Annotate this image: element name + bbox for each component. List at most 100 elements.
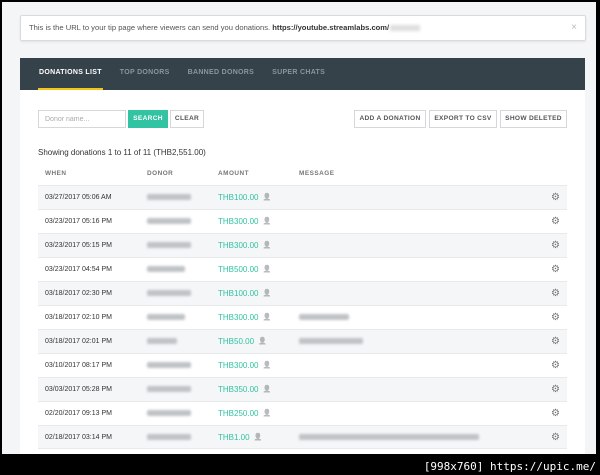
redaction-blur [299,434,479,441]
table-row: 03/23/2017 05:15 PM THB300.00 👤 ⚙ [38,233,567,257]
donation-amount: THB300.00 👤 [218,210,271,233]
table-row: 03/27/2017 05:06 AM THB100.00 👤 ⚙ [38,185,567,209]
gear-icon[interactable]: ⚙ [551,354,560,377]
clear-button[interactable]: CLEAR [170,110,204,128]
donor-name-redacted [147,186,191,209]
person-icon: 👤 [262,194,272,202]
table-row: 03/10/2017 08:17 PM THB300.00 👤 ⚙ [38,353,567,377]
tab-banned-donors[interactable]: BANNED DONORS [187,58,256,90]
donations-summary: Showing donations 1 to 11 of 11 (THB2,55… [38,148,206,157]
donation-date: 03/23/2017 04:54 PM [45,266,112,273]
table-header: WHEN DONOR AMOUNT MESSAGE [38,170,567,184]
person-icon: 👤 [262,386,272,394]
amount-value: THB300.00 [218,313,259,322]
person-icon: 👤 [262,266,272,274]
notice-text: This is the URL to your tip page where v… [29,23,273,32]
donation-date: 02/20/2017 09:13 PM [45,410,112,417]
gear-icon[interactable]: ⚙ [551,210,560,233]
close-icon[interactable]: × [571,16,577,40]
donor-name-redacted [147,378,191,401]
redaction-blur [147,362,191,369]
donor-name-redacted [147,282,191,305]
donation-amount: THB100.00 👤 [218,186,271,209]
person-icon: 👤 [262,362,272,370]
gear-icon[interactable]: ⚙ [551,186,560,209]
add-donation-button[interactable]: ADD A DONATION [354,110,426,128]
table-row: 02/18/2017 03:14 PM THB1.00 👤 ⚙ [38,425,567,449]
amount-value: THB300.00 [218,361,259,370]
donor-name-redacted [147,330,177,353]
person-icon: 👤 [253,434,263,442]
donor-name-redacted [147,234,191,257]
gear-icon[interactable]: ⚙ [551,330,560,353]
redaction-blur [147,338,177,345]
col-when[interactable]: WHEN [45,170,67,177]
gear-icon[interactable]: ⚙ [551,258,560,281]
donor-name-input[interactable] [38,110,126,128]
streamlabs-window: This is the URL to your tip page where v… [2,2,596,454]
tab-top-donors[interactable]: TOP DONORS [119,58,171,90]
donation-date: 03/18/2017 02:01 PM [45,338,112,345]
tip-url-link[interactable]: https://youtube.streamlabs.com/ [272,23,389,32]
donation-amount: THB350.00 👤 [218,378,271,401]
redaction-blur [299,338,363,345]
donation-date: 03/03/2017 05:28 PM [45,386,112,393]
gear-icon[interactable]: ⚙ [551,282,560,305]
col-message: MESSAGE [299,170,335,177]
tab-donations-list[interactable]: DONATIONS LIST [38,58,103,90]
person-icon: 👤 [262,314,272,322]
export-csv-button[interactable]: EXPORT TO CSV [429,110,497,128]
amount-value: THB100.00 [218,193,259,202]
donation-amount: THB300.00 👤 [218,354,271,377]
redacted-username [390,25,421,31]
tab-bar: DONATIONS LIST TOP DONORS BANNED DONORS SUP… [20,58,585,90]
table-row: 03/18/2017 02:30 PM THB100.00 👤 ⚙ [38,281,567,305]
donor-name-redacted [147,354,191,377]
redaction-blur [299,314,349,321]
donation-message-redacted [299,306,349,329]
donation-date: 03/18/2017 02:30 PM [45,290,112,297]
donation-message-redacted [299,330,363,353]
redaction-blur [147,410,191,417]
person-icon: 👤 [258,338,267,346]
donation-date: 03/23/2017 05:15 PM [45,242,112,249]
table-row: 03/03/2017 05:28 PM THB350.00 👤 ⚙ [38,377,567,401]
donation-date: 02/18/2017 03:14 PM [45,434,112,441]
donation-amount: THB300.00 👤 [218,234,271,257]
donation-message-redacted [299,426,479,449]
amount-value: THB1.00 [218,433,250,442]
amount-value: THB300.00 [218,217,259,226]
donations-table: 03/27/2017 05:06 AM THB100.00 👤 ⚙ 03/23/2017… [38,185,567,449]
tab-super-chats[interactable]: SUPER CHATS [271,58,326,90]
show-deleted-button[interactable]: SHOW DELETED [500,110,567,128]
gear-icon[interactable]: ⚙ [551,378,560,401]
donation-amount: THB250.00 👤 [218,402,271,425]
gear-icon[interactable]: ⚙ [551,234,560,257]
redaction-blur [147,434,191,441]
table-row: 03/18/2017 02:10 PM THB300.00 👤 ⚙ [38,305,567,329]
table-row: 03/23/2017 04:54 PM THB500.00 👤 ⚙ [38,257,567,281]
donations-panel: DONATIONS LIST TOP DONORS BANNED DONORS SUP… [20,58,585,454]
amount-value: THB300.00 [218,241,259,250]
gear-icon[interactable]: ⚙ [551,402,560,425]
redaction-blur [147,242,191,249]
search-button[interactable]: SEARCH [128,110,168,128]
col-amount[interactable]: AMOUNT [218,170,249,177]
redaction-blur [147,386,191,393]
gear-icon[interactable]: ⚙ [551,426,560,449]
person-icon: 👤 [262,410,272,418]
donation-amount: THB100.00 👤 [218,282,271,305]
person-icon: 👤 [262,290,272,298]
redaction-blur [147,266,185,273]
donation-amount: THB50.00 👤 [218,330,267,353]
table-row: 03/18/2017 02:01 PM THB50.00 👤 ⚙ [38,329,567,353]
amount-value: THB100.00 [218,289,259,298]
redaction-blur [147,314,185,321]
gear-icon[interactable]: ⚙ [551,306,560,329]
donation-date: 03/18/2017 02:10 PM [45,314,112,321]
amount-value: THB350.00 [218,385,259,394]
donor-name-redacted [147,210,191,233]
col-donor[interactable]: DONOR [147,170,173,177]
amount-value: THB500.00 [218,265,259,274]
donor-name-redacted [147,426,191,449]
